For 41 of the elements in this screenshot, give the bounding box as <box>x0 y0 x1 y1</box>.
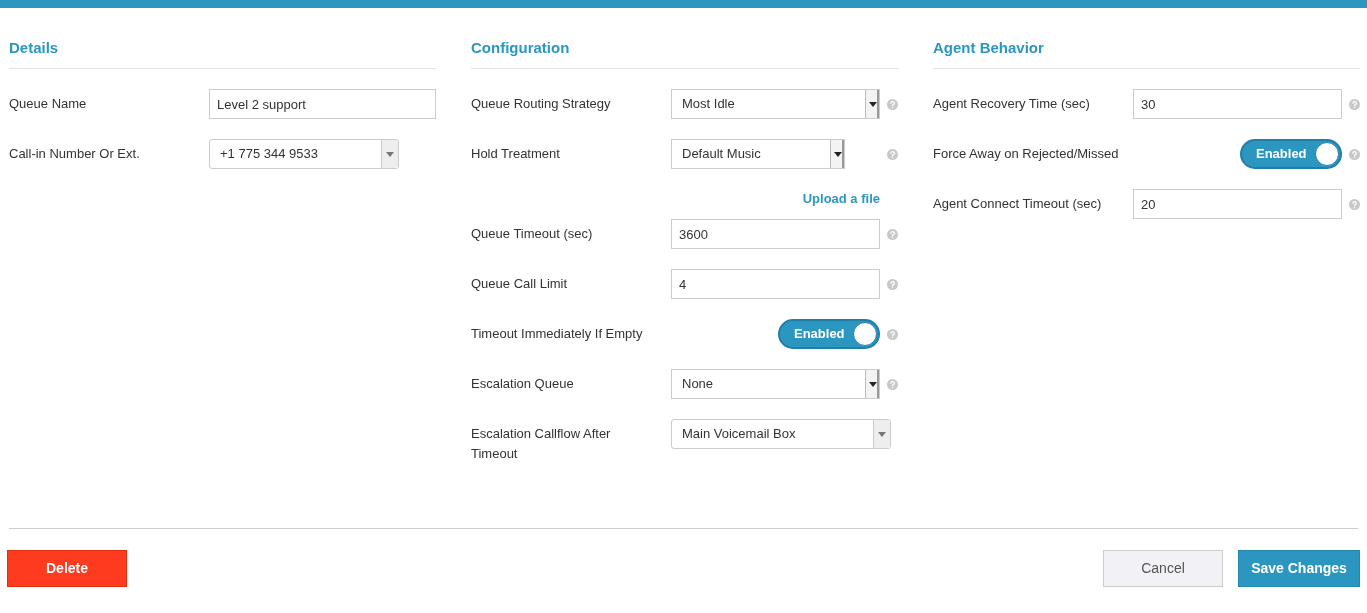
dropdown[interactable]: +1 775 344 9533 <box>209 139 399 169</box>
field-label: Escalation Queue <box>471 375 575 393</box>
field-label: Agent Connect Timeout (sec) <box>933 195 1103 213</box>
section-heading: Configuration <box>471 38 898 69</box>
section-heading: Details <box>9 38 436 69</box>
dropdown[interactable]: Main Voicemail Box <box>671 419 891 449</box>
field-label: Agent Recovery Time (sec) <box>933 95 1091 113</box>
help-icon[interactable] <box>887 379 898 390</box>
field-label: Queue Call Limit <box>471 275 569 293</box>
section-heading: Agent Behavior <box>933 38 1360 69</box>
text-input[interactable]: 30 <box>1133 89 1342 119</box>
field-label: Force Away on Rejected/Missed <box>933 145 1120 163</box>
help-icon[interactable] <box>1349 199 1360 210</box>
help-icon[interactable] <box>887 329 898 340</box>
help-icon[interactable] <box>1349 99 1360 110</box>
help-icon[interactable] <box>887 149 898 160</box>
field-label: Escalation Callflow After Timeout <box>471 425 612 463</box>
caret-icon <box>868 101 877 107</box>
cancel-button[interactable]: Cancel <box>1103 550 1223 587</box>
text-input[interactable]: 4 <box>671 269 880 299</box>
caret-icon <box>386 151 394 157</box>
field-label: Hold Treatment <box>471 145 561 163</box>
help-icon[interactable] <box>887 99 898 110</box>
text-input[interactable]: 3600 <box>671 219 880 249</box>
dropdown[interactable]: Default Music <box>671 139 845 169</box>
text-input[interactable]: Level 2 support <box>209 89 436 119</box>
field-label: Queue Timeout (sec) <box>471 225 594 243</box>
dropdown[interactable]: Most Idle <box>671 89 880 119</box>
delete-button[interactable]: Delete <box>7 550 127 587</box>
caret-icon <box>878 431 886 437</box>
text-input[interactable]: 20 <box>1133 189 1342 219</box>
help-icon[interactable] <box>1349 149 1360 160</box>
field-label: Queue Routing Strategy <box>471 95 612 113</box>
field-label: Timeout Immediately If Empty <box>471 325 644 343</box>
caret-icon <box>868 381 877 387</box>
dropdown[interactable]: None <box>671 369 880 399</box>
field-label: Call-in Number Or Ext. <box>9 145 141 163</box>
help-icon[interactable] <box>887 229 898 240</box>
help-icon[interactable] <box>887 279 898 290</box>
field-label: Queue Name <box>9 95 88 113</box>
caret-icon <box>833 151 842 157</box>
